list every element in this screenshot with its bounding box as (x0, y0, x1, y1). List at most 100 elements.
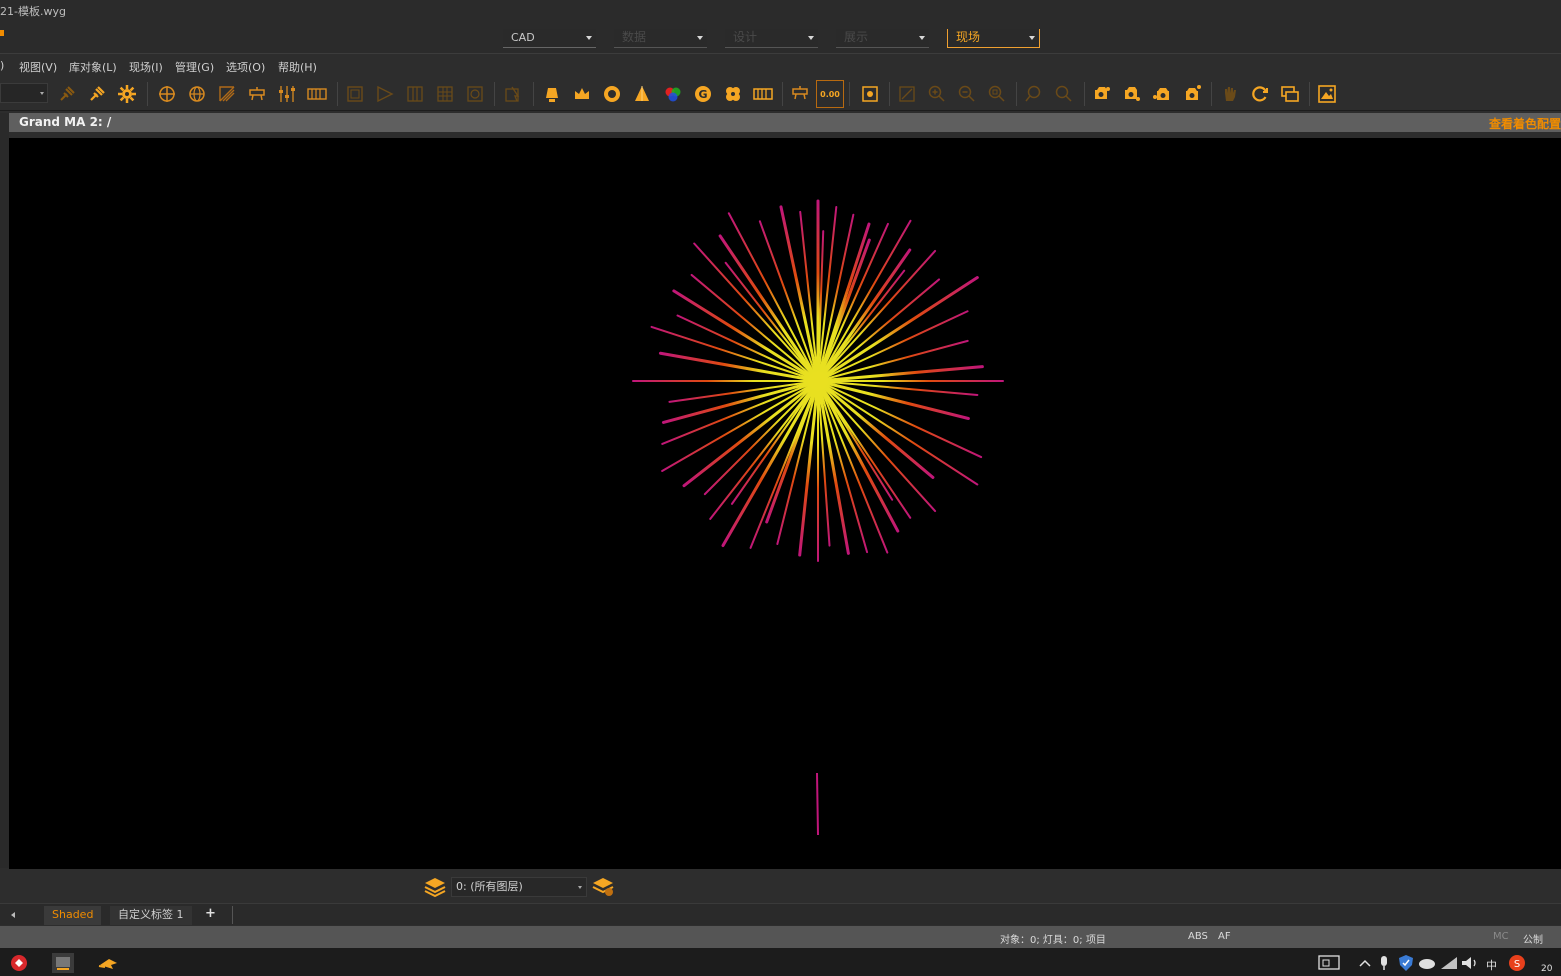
loop-icon[interactable] (463, 82, 487, 106)
value-readout-button[interactable]: 0.00 (816, 80, 844, 108)
wysiwyg-app-icon[interactable] (52, 953, 74, 973)
dimmer-icon[interactable] (788, 82, 812, 106)
chevron-down-icon (586, 36, 592, 40)
menu-item-live[interactable]: 现场(I) (129, 59, 163, 75)
layer-select[interactable]: 0: (所有图层) (451, 877, 587, 897)
viewport-header: Grand MA 2: / 查看着色配置 (9, 113, 1561, 132)
hand-icon[interactable] (1218, 82, 1242, 106)
zoom-in-icon[interactable] (925, 82, 949, 106)
ime-indicator[interactable]: 中 (1486, 957, 1497, 973)
menu-item-manage[interactable]: 管理(G) (175, 59, 214, 75)
camera-left-icon[interactable] (1090, 82, 1114, 106)
mode-present-dropdown[interactable]: 展示 (836, 29, 929, 48)
cone-icon[interactable] (630, 82, 654, 106)
microphone-icon[interactable] (1373, 953, 1395, 973)
color-wheel-icon[interactable] (661, 82, 685, 106)
lamp-icon[interactable] (540, 82, 564, 106)
zoom-extents-icon[interactable] (895, 82, 919, 106)
mode-label: CAD (511, 31, 535, 44)
plug-icon[interactable] (55, 82, 79, 106)
slide-icon[interactable] (373, 82, 397, 106)
toolbar-combo[interactable] (0, 83, 48, 103)
status-af[interactable]: AF (1218, 931, 1231, 942)
toolbar-separator (889, 82, 890, 106)
menu-item-options[interactable]: 选项(O) (226, 59, 265, 75)
zoom-next-icon[interactable] (1052, 82, 1076, 106)
grid-icon[interactable] (433, 82, 457, 106)
chevron-left-icon[interactable] (11, 912, 15, 918)
menu-item-help[interactable]: 帮助(H) (278, 59, 317, 75)
zoom-window-icon[interactable] (985, 82, 1009, 106)
chevron-down-icon (578, 886, 582, 889)
mode-design-dropdown[interactable]: 设计 (725, 29, 818, 48)
crown-icon[interactable] (570, 82, 594, 106)
camera-top-icon[interactable] (1150, 82, 1174, 106)
window-title: 21-模板.wyg (0, 5, 66, 18)
dmx-bank-icon[interactable] (305, 82, 329, 106)
beam-origin (808, 371, 828, 391)
cursor-icon[interactable] (501, 82, 525, 106)
chevron-down-icon (40, 92, 44, 95)
keyboard-layout-icon[interactable] (1318, 953, 1340, 973)
menu-item-partial[interactable]: ) (0, 59, 4, 72)
crosshair-icon[interactable] (155, 82, 179, 106)
columns-icon[interactable] (403, 82, 427, 106)
layer-select-value: 0: (所有图层) (456, 880, 523, 893)
window-icon[interactable] (1278, 82, 1302, 106)
plug-active-icon[interactable] (85, 82, 109, 106)
status-abs[interactable]: ABS (1188, 931, 1208, 942)
toolbar-separator (533, 82, 534, 106)
speaker-icon[interactable] (1459, 953, 1481, 973)
image-icon[interactable] (1315, 82, 1339, 106)
camera-right-icon[interactable] (1120, 82, 1144, 106)
application-window: 21-模板.wyg CAD 数据 设计 展示 现场 ) 视图(V) 库对象(L)… (0, 0, 1561, 976)
mode-label: 展示 (844, 30, 869, 44)
wifi-icon[interactable] (1438, 953, 1460, 973)
beam-icon[interactable] (215, 82, 239, 106)
view-tab-bar: Shaded 自定义标签 1 + (0, 903, 1561, 925)
chevron-down-icon (697, 36, 703, 40)
zoom-prev-icon[interactable] (1022, 82, 1046, 106)
cloud-icon[interactable] (1416, 953, 1438, 973)
beam-group (632, 199, 1004, 562)
mode-cad-dropdown[interactable]: CAD (503, 29, 596, 48)
truss-icon[interactable] (245, 82, 269, 106)
mode-label: 设计 (733, 30, 758, 44)
layer-settings-icon[interactable] (591, 876, 615, 898)
prism-icon[interactable] (721, 82, 745, 106)
view-shading-config-link[interactable]: 查看着色配置 (1489, 115, 1561, 132)
beam-render (632, 199, 1004, 836)
lightning-app-icon[interactable] (97, 953, 119, 973)
tab-custom-1[interactable]: 自定义标签 1 (110, 906, 192, 925)
app-red-icon[interactable] (8, 953, 30, 973)
status-bar: 对象：0; 灯具：0; 项目 ABS AF MC 公制 (0, 926, 1561, 948)
iris-icon[interactable] (600, 82, 624, 106)
3d-viewport[interactable] (9, 138, 1561, 869)
status-counts: 对象：0; 灯具：0; 项目 (1000, 935, 1106, 946)
film-icon[interactable] (751, 82, 775, 106)
gobo-icon[interactable]: G (691, 82, 715, 106)
mode-data-dropdown[interactable]: 数据 (614, 29, 707, 48)
left-panel-strip (0, 113, 9, 893)
add-tab-button[interactable]: + (205, 906, 216, 921)
sogou-ime-icon[interactable]: S (1506, 953, 1528, 973)
camera-front-icon[interactable] (1180, 82, 1204, 106)
fader-icon[interactable] (275, 82, 299, 106)
status-units[interactable]: 公制 (1523, 931, 1543, 946)
menu-item-view[interactable]: 视图(V) (19, 59, 57, 75)
chevron-down-icon (919, 36, 925, 40)
mode-live-dropdown[interactable]: 现场 (947, 29, 1040, 48)
status-mc[interactable]: MC (1493, 931, 1509, 942)
gear-icon[interactable] (115, 82, 139, 106)
frame-icon[interactable] (343, 82, 367, 106)
tab-shaded[interactable]: Shaded (44, 906, 102, 925)
shield-icon[interactable] (1395, 953, 1417, 973)
main-toolbar: G 0.00 (0, 77, 1561, 111)
layers-icon[interactable] (423, 876, 447, 898)
globe-icon[interactable] (185, 82, 209, 106)
snapshot-icon[interactable] (858, 82, 882, 106)
refresh-icon[interactable] (1248, 82, 1272, 106)
zoom-out-icon[interactable] (955, 82, 979, 106)
menu-item-library[interactable]: 库对象(L) (69, 59, 117, 75)
mode-bar: CAD 数据 设计 展示 现场 (0, 22, 1561, 54)
